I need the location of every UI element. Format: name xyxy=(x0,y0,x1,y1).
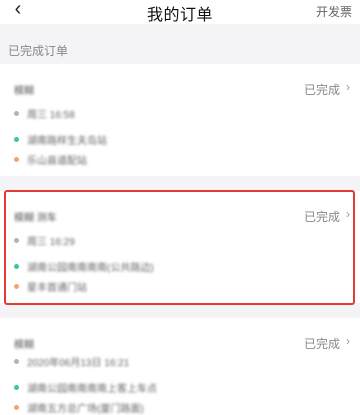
nav-bar: ‹ 我的订单 开发票 xyxy=(0,0,360,24)
order-status: 已完成 xyxy=(303,210,340,224)
order-time-row: 周三 16:58 xyxy=(14,106,75,121)
chevron-right-icon: › xyxy=(346,334,350,348)
order-card[interactable]: 模糊 测车 已完成 › 周三 16:29 湖南公园南南南南(公共路边) 星丰首通… xyxy=(0,191,360,303)
order-origin: 湖南路样生夫岛站 xyxy=(27,136,107,147)
order-origin-row: 湖南公园南南南南上客上车点 xyxy=(14,380,157,395)
order-destination: 星丰首通门站 xyxy=(27,283,87,294)
order-time-row: 2020年06月13日 16:21 xyxy=(14,354,130,369)
order-destination-row: 星丰首通门站 xyxy=(14,279,87,294)
order-destination-row: 湖南五方总广场(厦门路面) xyxy=(14,400,144,415)
order-card[interactable]: 模糊 已完成 › 2020年06月13日 16:21 湖南公园南南南南上客上车点… xyxy=(0,318,360,415)
order-name: 模糊 测车 xyxy=(14,213,57,224)
origin-dot-icon xyxy=(14,385,19,390)
order-time-row: 周三 16:29 xyxy=(14,233,75,248)
order-destination: 乐山县道配站 xyxy=(27,156,87,167)
order-name: 模糊 xyxy=(14,340,34,351)
order-status: 已完成 xyxy=(303,337,340,351)
chevron-right-icon: › xyxy=(346,207,350,221)
order-card[interactable]: 模糊 已完成 › 周三 16:58 湖南路样生夫岛站 乐山县道配站 xyxy=(0,64,360,176)
page-title: 我的订单 xyxy=(146,7,213,24)
order-origin-row: 湖南公园南南南南(公共路边) xyxy=(14,259,154,274)
time-dot-icon xyxy=(14,359,19,364)
origin-dot-icon xyxy=(14,264,19,269)
order-status: 已完成 xyxy=(303,83,340,97)
order-name: 模糊 xyxy=(14,86,34,97)
order-origin-row: 湖南路样生夫岛站 xyxy=(14,132,107,147)
origin-dot-icon xyxy=(14,137,19,142)
section-label: 已完成订单 xyxy=(8,44,69,58)
destination-dot-icon xyxy=(14,405,19,410)
chevron-right-icon: › xyxy=(346,80,350,94)
order-origin: 湖南公园南南南南上客上车点 xyxy=(27,384,157,395)
time-dot-icon xyxy=(14,238,19,243)
order-origin: 湖南公园南南南南(公共路边) xyxy=(27,263,154,274)
order-time: 周三 16:29 xyxy=(27,237,75,248)
invoice-button[interactable]: 开发票 xyxy=(316,3,352,20)
time-dot-icon xyxy=(14,111,19,116)
order-time: 2020年06月13日 16:21 xyxy=(27,358,130,369)
destination-dot-icon xyxy=(14,157,19,162)
order-destination-row: 乐山县道配站 xyxy=(14,152,87,167)
order-time: 周三 16:58 xyxy=(27,110,75,121)
destination-dot-icon xyxy=(14,284,19,289)
order-destination: 湖南五方总广场(厦门路面) xyxy=(27,404,144,415)
